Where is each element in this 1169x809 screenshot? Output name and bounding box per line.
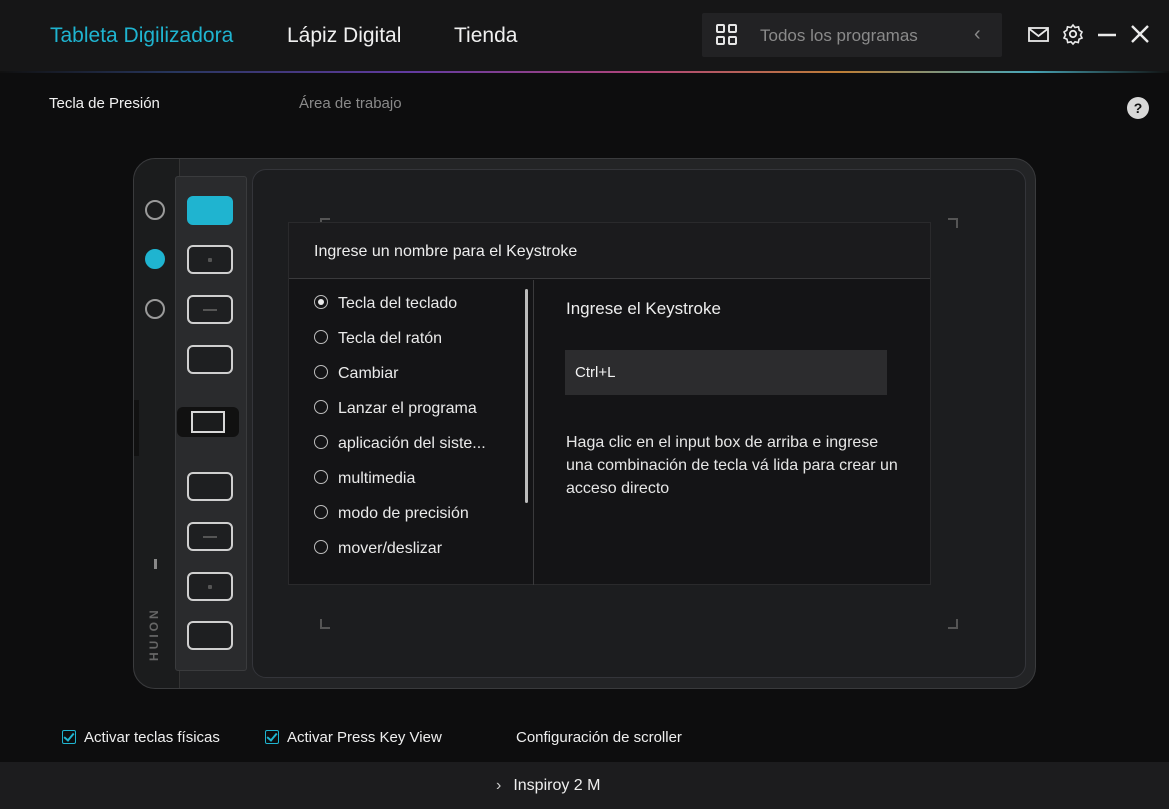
corner-mark [948,619,958,629]
chevron-right-icon: › [496,777,502,794]
checkbox-checked-icon [62,730,76,744]
option-tecla-del-raton[interactable]: Tecla del ratón [314,330,442,348]
option-label: aplicación del siste... [338,435,486,452]
option-label: Lanzar el programa [338,400,477,417]
press-key-view-checkbox[interactable]: Activar Press Key View [265,729,442,746]
dialog-title: Ingrese un nombre para el Keystroke [289,223,930,279]
option-label: modo de precisión [338,505,469,522]
radio-icon [314,295,328,309]
option-aplicacion-sistema[interactable]: aplicación del siste... [314,435,486,453]
corner-mark [320,619,330,629]
express-key-7[interactable] [187,572,233,601]
option-lanzar-programa[interactable]: Lanzar el programa [314,400,477,418]
option-modo-precision[interactable]: modo de precisión [314,505,469,523]
scroller-settings-link[interactable]: Configuración de scroller [516,729,682,746]
express-key-8[interactable] [187,621,233,650]
gear-icon[interactable] [1061,22,1085,46]
tab-lapiz-digital[interactable]: Lápiz Digital [287,24,401,48]
physical-keys-checkbox[interactable]: Activar teclas físicas [62,729,220,746]
subtab-area-de-trabajo[interactable]: Área de trabajo [299,95,402,112]
option-label: multimedia [338,470,416,487]
keystroke-title: Ingrese el Keystroke [566,299,721,318]
option-label: Tecla del ratón [338,330,443,347]
close-icon[interactable] [1128,22,1152,46]
radio-icon [314,435,328,449]
tab-tienda[interactable]: Tienda [454,24,517,48]
option-label: Tecla del teclado [338,295,458,312]
list-scrollbar[interactable] [525,289,528,503]
help-icon[interactable]: ? [1127,97,1149,119]
option-label: Cambiar [338,365,399,382]
option-multimedia[interactable]: multimedia [314,470,415,488]
subtab-tecla-de-presion[interactable]: Tecla de Presión [49,95,160,112]
express-key-6[interactable] [187,522,233,551]
programs-selector[interactable]: Todos los programas ‹ [702,13,1002,57]
radio-icon [314,470,328,484]
option-label: mover/deslizar [338,540,443,557]
express-key-3[interactable] [187,295,233,324]
keystroke-dialog: Ingrese un nombre para el Keystroke Tecl… [288,222,931,585]
dialog-divider [533,280,534,585]
checkbox-label: Activar Press Key View [287,729,442,746]
minimize-icon[interactable] [1095,22,1119,46]
side-notch [134,400,139,456]
grid-icon [716,24,738,46]
radio-icon [314,365,328,379]
radio-icon [314,505,328,519]
radio-icon [314,400,328,414]
pen-button-3[interactable] [145,299,165,319]
keystroke-hint: Haga clic en el input box de arriba e in… [566,434,898,497]
device-name: Inspiroy 2 M [513,777,601,794]
brand-logo: HUION [147,607,161,661]
tab-tableta-digitalizadora[interactable]: Tableta Digilizadora [50,24,233,48]
scroller-dial[interactable] [177,407,239,437]
device-selector[interactable]: › Inspiroy 2 M [496,777,600,795]
function-type-list: Tecla del teclado Tecla del ratón Cambia… [289,280,532,585]
express-key-1[interactable] [187,196,233,225]
top-bar: Tableta Digilizadora Lápiz Digital Tiend… [0,0,1169,72]
express-key-5[interactable] [187,472,233,501]
header-divider [0,71,1169,73]
keystroke-input[interactable] [565,350,887,395]
pen-button-1[interactable] [145,200,165,220]
express-key-2[interactable] [187,245,233,274]
option-tecla-del-teclado[interactable]: Tecla del teclado [314,295,457,313]
radio-icon [314,330,328,344]
option-mover-deslizar[interactable]: mover/deslizar [314,540,442,558]
mail-icon[interactable] [1027,22,1051,46]
pen-button-2[interactable] [145,249,165,269]
option-cambiar[interactable]: Cambiar [314,365,398,383]
checkbox-checked-icon [265,730,279,744]
checkbox-label: Activar teclas físicas [84,729,220,746]
chevron-left-icon[interactable]: ‹ [974,23,981,46]
programs-label: Todos los programas [760,26,918,45]
corner-mark [948,218,958,228]
footer-bar: › Inspiroy 2 M [0,762,1169,809]
radio-icon [314,540,328,554]
express-key-4[interactable] [187,345,233,374]
